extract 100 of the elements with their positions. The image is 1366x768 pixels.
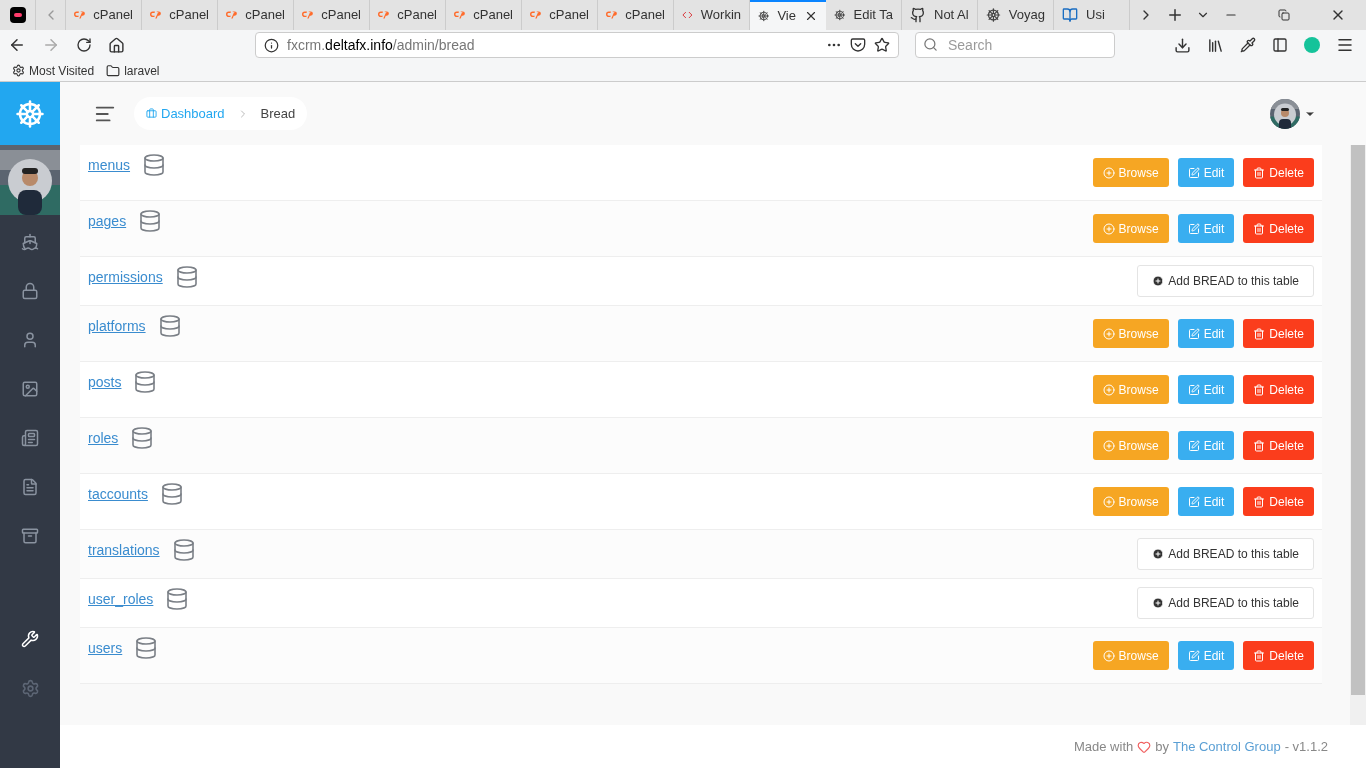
avatar[interactable] (1270, 98, 1300, 129)
add-bread-button[interactable]: Add BREAD to this table (1137, 265, 1314, 297)
edit-icon (1187, 166, 1200, 179)
cpanel-icon (530, 9, 542, 21)
bookmark[interactable]: Most Visited (12, 61, 95, 80)
address-bar[interactable]: fxcrm.deltafx.info/admin/bread (255, 32, 899, 58)
footer-link[interactable]: The Control Group (1172, 736, 1281, 757)
folder-icon (106, 63, 121, 78)
database-icon (142, 153, 167, 177)
table-link[interactable]: taccounts (88, 484, 148, 505)
cpanel-icon (302, 9, 314, 21)
add-bread-button[interactable]: Add BREAD to this table (1137, 587, 1314, 619)
newspaper-icon[interactable] (21, 429, 39, 447)
restore-icon[interactable] (1278, 9, 1290, 21)
delete-button[interactable]: Delete (1243, 641, 1314, 670)
cpanel-icon (378, 9, 390, 21)
close-icon[interactable] (804, 9, 818, 23)
trash-icon (1253, 649, 1266, 662)
tools-icon[interactable] (21, 630, 39, 648)
table-link[interactable]: pages (88, 211, 127, 232)
box-icon[interactable] (21, 527, 39, 545)
browse-button[interactable]: Browse (1092, 214, 1169, 243)
table-link[interactable]: permissions (88, 267, 163, 288)
edit-button[interactable]: Edit (1177, 214, 1235, 243)
image-icon[interactable] (21, 380, 39, 398)
table-link[interactable]: platforms (88, 316, 146, 337)
trash-icon (1253, 495, 1266, 508)
table-link[interactable]: user_roles (88, 589, 154, 610)
edit-icon (1187, 649, 1200, 662)
search-field[interactable]: Search (915, 32, 1115, 58)
footer-text: Made with by The Control Group - v1.1.2 (1074, 736, 1328, 757)
reload-icon[interactable] (76, 37, 92, 53)
star-icon[interactable] (874, 37, 890, 53)
database-icon (130, 426, 155, 450)
ship-icon[interactable] (21, 233, 39, 251)
table-link[interactable]: users (88, 638, 123, 659)
delete-button[interactable]: Delete (1243, 158, 1314, 187)
helm-icon (986, 7, 1001, 23)
breadcrumb-link[interactable]: Dashboard (146, 103, 225, 124)
cpanel-icon (606, 9, 618, 21)
trash-icon (1253, 222, 1266, 235)
table-link[interactable]: roles (88, 428, 119, 449)
edit-button[interactable]: Edit (1177, 319, 1235, 348)
lock-icon[interactable] (21, 282, 39, 300)
edit-button[interactable]: Edit (1177, 487, 1235, 516)
edit-button[interactable]: Edit (1177, 641, 1235, 670)
delete-button[interactable]: Delete (1243, 487, 1314, 516)
book-icon (1062, 7, 1078, 23)
browse-button[interactable]: Browse (1092, 158, 1169, 187)
add-bread-button[interactable]: Add BREAD to this table (1137, 538, 1314, 570)
trash-icon (1253, 383, 1266, 396)
download-icon[interactable] (1174, 36, 1191, 54)
edit-button[interactable]: Edit (1177, 158, 1235, 187)
delete-button[interactable]: Delete (1243, 431, 1314, 460)
database-icon (171, 538, 196, 562)
plus-circle-icon (1102, 383, 1115, 396)
user-icon[interactable] (21, 331, 39, 349)
edit-icon (1187, 222, 1200, 235)
database-icon (157, 314, 182, 338)
plus-circle-icon (1152, 275, 1165, 287)
browser-tab[interactable]: Vie (750, 0, 826, 30)
cpanel-icon (454, 9, 466, 21)
delete-button[interactable]: Delete (1243, 375, 1314, 404)
sidebar-icon[interactable] (1272, 37, 1288, 53)
new-tab-icon[interactable] (1166, 6, 1184, 24)
delete-button[interactable]: Delete (1243, 214, 1314, 243)
document-icon[interactable] (21, 478, 39, 496)
table-link[interactable]: menus (88, 155, 131, 176)
library-icon[interactable] (1207, 36, 1224, 54)
trash-icon (1253, 327, 1266, 340)
browse-button[interactable]: Browse (1092, 431, 1169, 460)
menu-icon[interactable] (1336, 36, 1354, 54)
info-icon[interactable] (264, 37, 279, 53)
trash-icon (1253, 439, 1266, 452)
table-link[interactable]: translations (88, 540, 160, 561)
pocket-icon[interactable] (850, 37, 866, 53)
delete-button[interactable]: Delete (1243, 319, 1314, 348)
scrollbar-thumb[interactable] (1351, 145, 1365, 695)
home-icon[interactable] (108, 36, 125, 54)
browse-button[interactable]: Browse (1092, 375, 1169, 404)
plus-circle-icon (1102, 222, 1115, 235)
bookmark[interactable]: laravel (106, 61, 160, 80)
browse-button[interactable]: Browse (1092, 641, 1169, 670)
eyedropper-icon[interactable] (1240, 37, 1256, 53)
trash-icon (1253, 166, 1266, 179)
database-icon (174, 265, 199, 289)
browse-button[interactable]: Browse (1092, 319, 1169, 348)
table-link[interactable]: posts (88, 372, 122, 393)
app-icon (9, 7, 26, 23)
helm-icon (834, 7, 846, 23)
browse-button[interactable]: Browse (1092, 487, 1169, 516)
helm-icon (758, 8, 770, 24)
cpanel-icon (74, 9, 86, 21)
url-text: fxcrm.deltafx.info/admin/bread (287, 35, 475, 55)
back-icon[interactable] (8, 36, 26, 54)
heart-icon (1137, 739, 1152, 754)
logo-tile[interactable] (0, 82, 60, 145)
database-icon (159, 482, 184, 506)
edit-button[interactable]: Edit (1177, 431, 1235, 460)
edit-button[interactable]: Edit (1177, 375, 1235, 404)
